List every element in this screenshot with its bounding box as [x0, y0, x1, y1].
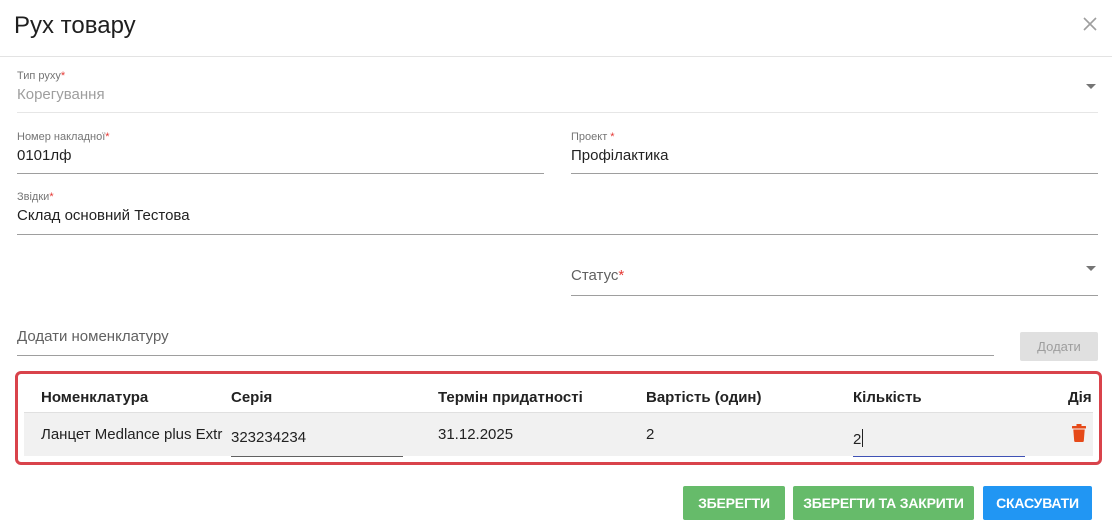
dialog-header: Рух товару — [0, 0, 1112, 57]
project-value: Профілактика — [571, 147, 669, 164]
add-button[interactable]: Додати — [1020, 332, 1098, 361]
from-label: Звідки — [17, 191, 50, 203]
series-value: 323234234 — [231, 429, 307, 446]
invoice-number-value: 0101лф — [17, 147, 72, 164]
cancel-button[interactable]: СКАСУВАТИ — [983, 486, 1092, 520]
header-cost: Вартість (один) — [646, 389, 762, 406]
save-and-close-button[interactable]: ЗБЕРЕГТИ ТА ЗАКРИТИ — [793, 486, 974, 520]
from-value: Склад основний Тестова — [17, 207, 190, 224]
items-table: Номенклатура Серія Термін придатності Ва… — [15, 371, 1102, 465]
movement-type-label: Тип руху — [17, 70, 61, 82]
save-button[interactable]: ЗБЕРЕГТИ — [683, 486, 785, 520]
series-input[interactable]: 323234234 — [231, 413, 403, 457]
row-cost: 2 — [646, 426, 655, 443]
status-label: Статус — [571, 267, 619, 284]
quantity-input[interactable]: 2 — [853, 413, 1025, 457]
movement-type-value: Корегування — [17, 86, 105, 103]
status-select[interactable]: Статус* — [571, 264, 1098, 297]
close-icon[interactable] — [1080, 14, 1100, 34]
row-nomenclature: Ланцет Medlance plus Extra — [41, 426, 223, 443]
project-label: Проект — [571, 131, 611, 143]
table-header: Номенклатура Серія Термін придатності Ва… — [24, 377, 1093, 413]
header-series: Серія — [231, 389, 273, 406]
header-expiry: Термін придатності — [438, 389, 583, 406]
invoice-number-field[interactable]: Номер накладної* 0101лф — [17, 131, 544, 175]
from-field[interactable]: Звідки* Склад основний Тестова — [17, 191, 1098, 235]
add-nomenclature-input[interactable]: Додати номенклатуру — [17, 328, 994, 356]
header-action: Дія — [1068, 389, 1092, 406]
movement-type-select[interactable]: Тип руху* Корегування — [17, 70, 1098, 113]
invoice-number-label: Номер накладної — [17, 131, 106, 143]
chevron-down-icon — [1086, 266, 1096, 271]
header-quantity: Кількість — [853, 389, 922, 406]
row-expiry: 31.12.2025 — [438, 426, 514, 443]
quantity-value: 2 — [853, 431, 862, 448]
chevron-down-icon — [1086, 84, 1096, 89]
dialog-title: Рух товару — [14, 12, 136, 39]
add-nomenclature-placeholder: Додати номенклатуру — [17, 328, 169, 345]
header-nomenclature: Номенклатура — [41, 389, 149, 406]
table-row: Ланцет Medlance plus Extra 323234234 31.… — [24, 413, 1093, 457]
trash-icon[interactable] — [1072, 424, 1086, 442]
project-field[interactable]: Проект * Профілактика — [571, 131, 1098, 175]
